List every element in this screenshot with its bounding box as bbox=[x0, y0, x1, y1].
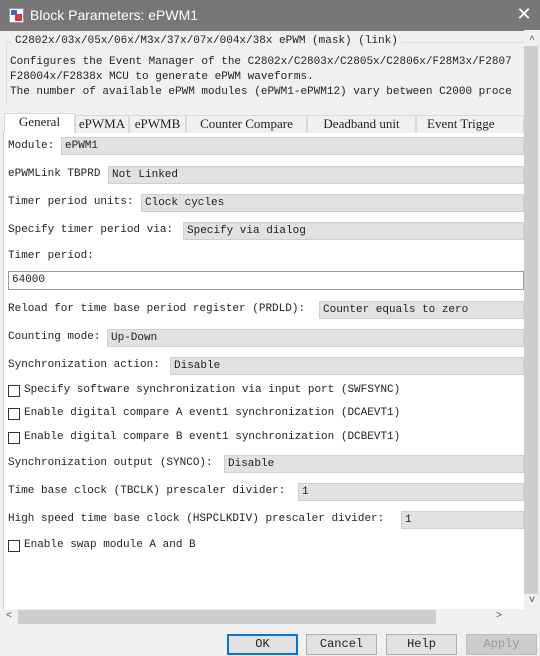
epwmlink-label: ePWMLink TBPRD bbox=[8, 168, 101, 180]
cancel-button[interactable]: Cancel bbox=[306, 634, 377, 655]
help-button[interactable]: Help bbox=[386, 634, 457, 655]
timer-period-units-dropdown[interactable]: Clock cycles bbox=[141, 194, 524, 212]
timer-period-label: Timer period: bbox=[8, 250, 94, 262]
swap-label: Enable swap module A and B bbox=[24, 539, 196, 551]
prdld-label: Reload for time base period register (PR… bbox=[8, 303, 306, 315]
counting-mode-label: Counting mode: bbox=[8, 331, 101, 343]
dcbevt1-checkbox[interactable] bbox=[8, 432, 20, 444]
apply-button[interactable]: Apply bbox=[466, 634, 537, 655]
dcaevt1-checkbox[interactable] bbox=[8, 408, 20, 420]
scroll-up-icon[interactable]: ^ bbox=[524, 35, 540, 46]
mask-title: C2802x/03x/05x/06x/M3x/37x/07x/004x/38x … bbox=[12, 35, 401, 47]
period-via-label: Specify timer period via: bbox=[8, 224, 174, 236]
counting-mode-dropdown[interactable]: Up-Down bbox=[107, 329, 524, 347]
sync-action-dropdown[interactable]: Disable bbox=[170, 357, 524, 375]
swfsync-checkbox[interactable] bbox=[8, 385, 20, 397]
tbclk-label: Time base clock (TBCLK) prescaler divide… bbox=[8, 485, 286, 497]
sync-action-label: Synchronization action: bbox=[8, 359, 160, 371]
ok-button[interactable]: OK bbox=[227, 634, 298, 655]
tab-counter-compare[interactable]: Counter Compare bbox=[186, 115, 307, 133]
sync-output-dropdown[interactable]: Disable bbox=[224, 455, 524, 473]
sync-output-label: Synchronization output (SYNCO): bbox=[8, 457, 213, 469]
period-via-dropdown[interactable]: Specify via dialog bbox=[183, 222, 524, 240]
hspclkdiv-label: High speed time base clock (HSPCLKDIV) p… bbox=[8, 513, 385, 525]
tbclk-dropdown[interactable]: 1 bbox=[298, 483, 524, 501]
close-icon[interactable]: ✕ bbox=[514, 4, 534, 25]
scroll-left-icon[interactable]: < bbox=[1, 611, 17, 622]
mask-description-line: F28004x/F2838x MCU to generate ePWM wave… bbox=[10, 71, 314, 83]
horizontal-scroll-thumb[interactable] bbox=[18, 610, 436, 624]
dcbevt1-label: Enable digital compare B event1 synchron… bbox=[24, 431, 401, 443]
tab-epwmb[interactable]: ePWMB bbox=[129, 115, 186, 133]
mask-description-line: Configures the Event Manager of the C280… bbox=[10, 56, 512, 68]
timer-period-units-label: Timer period units: bbox=[8, 196, 134, 208]
scroll-right-icon[interactable]: > bbox=[491, 611, 507, 622]
hspclkdiv-dropdown[interactable]: 1 bbox=[401, 511, 524, 529]
swap-checkbox[interactable] bbox=[8, 540, 20, 552]
tab-epwma[interactable]: ePWMA bbox=[75, 115, 129, 133]
module-label: Module: bbox=[8, 140, 55, 152]
epwmlink-dropdown[interactable]: Not Linked bbox=[108, 166, 524, 184]
tab-general[interactable]: General bbox=[4, 113, 75, 134]
dcaevt1-label: Enable digital compare A event1 synchron… bbox=[24, 407, 401, 419]
timer-period-input[interactable]: 64000 bbox=[8, 271, 524, 290]
tab-deadband-unit[interactable]: Deadband unit bbox=[307, 115, 416, 133]
swfsync-label: Specify software synchronization via inp… bbox=[24, 384, 401, 396]
module-field[interactable]: ePWM1 bbox=[61, 137, 524, 155]
simulink-block-icon bbox=[9, 8, 24, 23]
vertical-scroll-thumb[interactable] bbox=[524, 46, 538, 594]
tab-event-trigger[interactable]: Event Trigge bbox=[416, 115, 524, 133]
scroll-down-icon[interactable]: v bbox=[524, 595, 540, 606]
title-bar: Block Parameters: ePWM1 ✕ bbox=[0, 0, 540, 31]
mask-description-line: The number of available ePWM modules (eP… bbox=[10, 86, 512, 98]
prdld-dropdown[interactable]: Counter equals to zero bbox=[319, 301, 524, 319]
window-title: Block Parameters: ePWM1 bbox=[30, 7, 199, 23]
